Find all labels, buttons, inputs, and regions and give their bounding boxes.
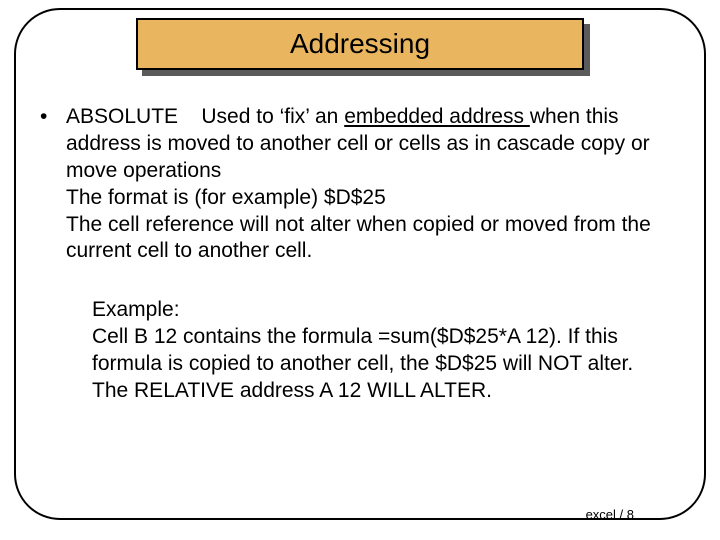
slide-footer: excel / 8 — [586, 507, 634, 522]
bullet-line-format: The format is (for example) $D$25 — [66, 185, 680, 212]
slide: Addressing • ABSOLUTE Used to ‘fix’ an e… — [0, 0, 720, 540]
body-content: • ABSOLUTE Used to ‘fix’ an embedded add… — [40, 104, 680, 405]
bullet-item: • ABSOLUTE Used to ‘fix’ an embedded add… — [40, 104, 680, 265]
title-box: Addressing — [136, 18, 584, 70]
example-block: Example: Cell B 12 contains the formula … — [92, 297, 680, 405]
bullet-marker: • — [40, 104, 66, 265]
example-label: Example: — [92, 297, 680, 324]
example-note: The RELATIVE address A 12 WILL ALTER. — [92, 378, 680, 405]
example-body: Cell B 12 contains the formula =sum($D$2… — [92, 324, 680, 378]
bullet-term: ABSOLUTE — [66, 105, 178, 128]
bullet-underlined: embedded address — [344, 105, 530, 128]
bullet-text: ABSOLUTE Used to ‘fix’ an embedded addre… — [66, 104, 680, 265]
slide-title: Addressing — [290, 28, 430, 60]
bullet-line-behavior: The cell reference will not alter when c… — [66, 212, 680, 266]
bullet-lead: Used to ‘fix’ an — [201, 105, 344, 128]
title-container: Addressing — [136, 18, 584, 70]
